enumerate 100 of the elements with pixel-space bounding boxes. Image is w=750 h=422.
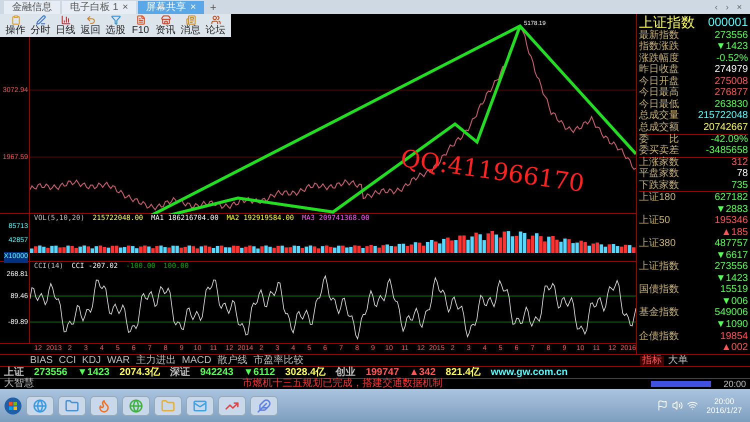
index-value: 627182 [714, 193, 748, 204]
status-text: 942243 [200, 366, 234, 378]
filter-icon [110, 15, 120, 25]
toolbar-button[interactable]: 选股 [104, 15, 127, 36]
brand-label: 大智慧 [4, 379, 34, 389]
index-value: 273556 [714, 262, 748, 272]
taskbar-app-button[interactable] [250, 396, 278, 416]
globe-icon [129, 398, 143, 412]
folder-icon [65, 398, 79, 412]
quote-value: 274979 [714, 65, 748, 76]
start-button[interactable] [4, 396, 22, 414]
indicator-tab[interactable]: 主力进出 [136, 356, 176, 366]
index-name: 基金指数 [639, 308, 679, 318]
tab[interactable]: 金融信息 [4, 1, 60, 14]
taskbar-app-button[interactable] [58, 396, 86, 416]
flame-icon [97, 398, 111, 412]
bar-chart-icon [60, 15, 70, 25]
taskbar-app-button[interactable] [26, 396, 54, 416]
toolbar-button[interactable]: 论坛 [204, 15, 227, 36]
quote-value: -42.09% [710, 134, 748, 145]
toolbar-button[interactable]: 消息 [179, 15, 202, 36]
taskbar-app-button[interactable] [218, 396, 246, 416]
index-change: ▲002 [721, 343, 748, 354]
indicator-tab[interactable]: CCI [58, 356, 76, 366]
clipboard-icon [10, 15, 20, 25]
panel-tab[interactable]: 大单 [666, 356, 690, 366]
indicator-tab[interactable]: KDJ [82, 356, 101, 366]
taskbar-app-button[interactable] [90, 396, 118, 416]
quote-label: 上涨家数 [639, 158, 679, 168]
feather-icon [257, 398, 271, 412]
speaker-icon[interactable] [672, 400, 684, 411]
globe-icon [33, 398, 47, 412]
indicator-tab[interactable]: MACD [182, 356, 212, 366]
quote-value: 263830 [714, 100, 748, 110]
index-change: ▼1090 [716, 320, 748, 330]
status-text: 821.4亿 [446, 366, 481, 378]
quote-value: 20742667 [704, 122, 748, 133]
folder-icon [161, 398, 175, 412]
index-value: 195346 [714, 216, 748, 226]
index-name: 企债指数 [639, 332, 679, 342]
quote-value: 273556 [714, 30, 748, 41]
toolbar-button[interactable]: 资讯 [154, 15, 177, 36]
mail-icon [193, 398, 207, 412]
flag-icon[interactable] [657, 400, 668, 411]
index-value: 15519 [720, 285, 748, 296]
quote-label: 指数涨跌 [639, 42, 679, 52]
index-title: 上证指数 [639, 14, 695, 29]
window-control[interactable]: › [726, 2, 729, 12]
index-value: 19854 [720, 332, 748, 342]
toolbar-button[interactable]: 分时 [29, 15, 52, 36]
status-text: 3028.4亿 [285, 366, 326, 378]
indicator-tab[interactable]: BIAS [30, 356, 53, 366]
quote-value: 275008 [714, 76, 748, 87]
quote-value: 78 [736, 169, 748, 180]
close-icon[interactable]: × [122, 2, 128, 12]
undo-icon [86, 15, 96, 25]
quote-value: 312 [731, 158, 748, 168]
quote-label: 昨日收盘 [639, 65, 679, 76]
toolbar-button[interactable]: 操作 [4, 15, 27, 36]
index-name: 上证380 [639, 239, 676, 250]
document-icon [136, 15, 146, 25]
people-icon [210, 15, 220, 25]
status-text: 199747 [366, 366, 400, 378]
quote-value: -0.52% [716, 54, 748, 64]
index-change: ▲185 [721, 228, 748, 238]
panel-tab[interactable]: 指标 [640, 356, 664, 366]
taskbar-app-button[interactable] [122, 396, 150, 416]
status-text: 273556 [34, 366, 68, 378]
tab[interactable]: 电子白板 1 × [62, 1, 136, 14]
indicator-tab[interactable]: 市盈率比较 [253, 356, 304, 366]
indicator-tab[interactable]: WAR [106, 356, 130, 366]
new-tab-button[interactable]: + [206, 3, 220, 14]
taskbar-app-button[interactable] [186, 396, 214, 416]
index-name: 上证指数 [639, 262, 679, 272]
quote-label: 委买卖差 [639, 146, 679, 156]
window-control[interactable]: × [736, 2, 742, 12]
status-text: 上证 [4, 366, 24, 378]
quote-label: 今日最低 [639, 100, 679, 110]
tab-label: 电子白板 1 [70, 2, 118, 12]
quote-value: ▼1423 [716, 42, 748, 52]
toolbar-button[interactable]: 日线 [54, 15, 77, 36]
quote-label: 平盘家数 [639, 169, 679, 180]
network-icon[interactable] [687, 400, 698, 411]
status-text: 深证 [170, 366, 190, 378]
taskbar-app-button[interactable] [154, 396, 182, 416]
status-text: 2074.3亿 [120, 366, 160, 378]
tab-label: 屏幕共享 [146, 2, 186, 12]
index-change: ▼1423 [716, 274, 748, 284]
status-text: ▲342 [409, 366, 436, 378]
toolbar-button[interactable]: 返回 [79, 15, 102, 36]
indicator-tab[interactable]: 散户线 [217, 356, 248, 366]
quote-value: 735 [731, 180, 748, 191]
window-control[interactable]: ‹ [714, 2, 718, 12]
toolbar-button[interactable]: F10 [129, 15, 152, 36]
quote-label: 今日最高 [639, 88, 679, 98]
quote-label: 委 比 [639, 134, 679, 145]
index-change: ▼2883 [716, 204, 748, 215]
status-time: 20:00 [723, 380, 746, 388]
pen-icon [36, 15, 46, 25]
quote-label: 下跌家数 [639, 180, 679, 191]
